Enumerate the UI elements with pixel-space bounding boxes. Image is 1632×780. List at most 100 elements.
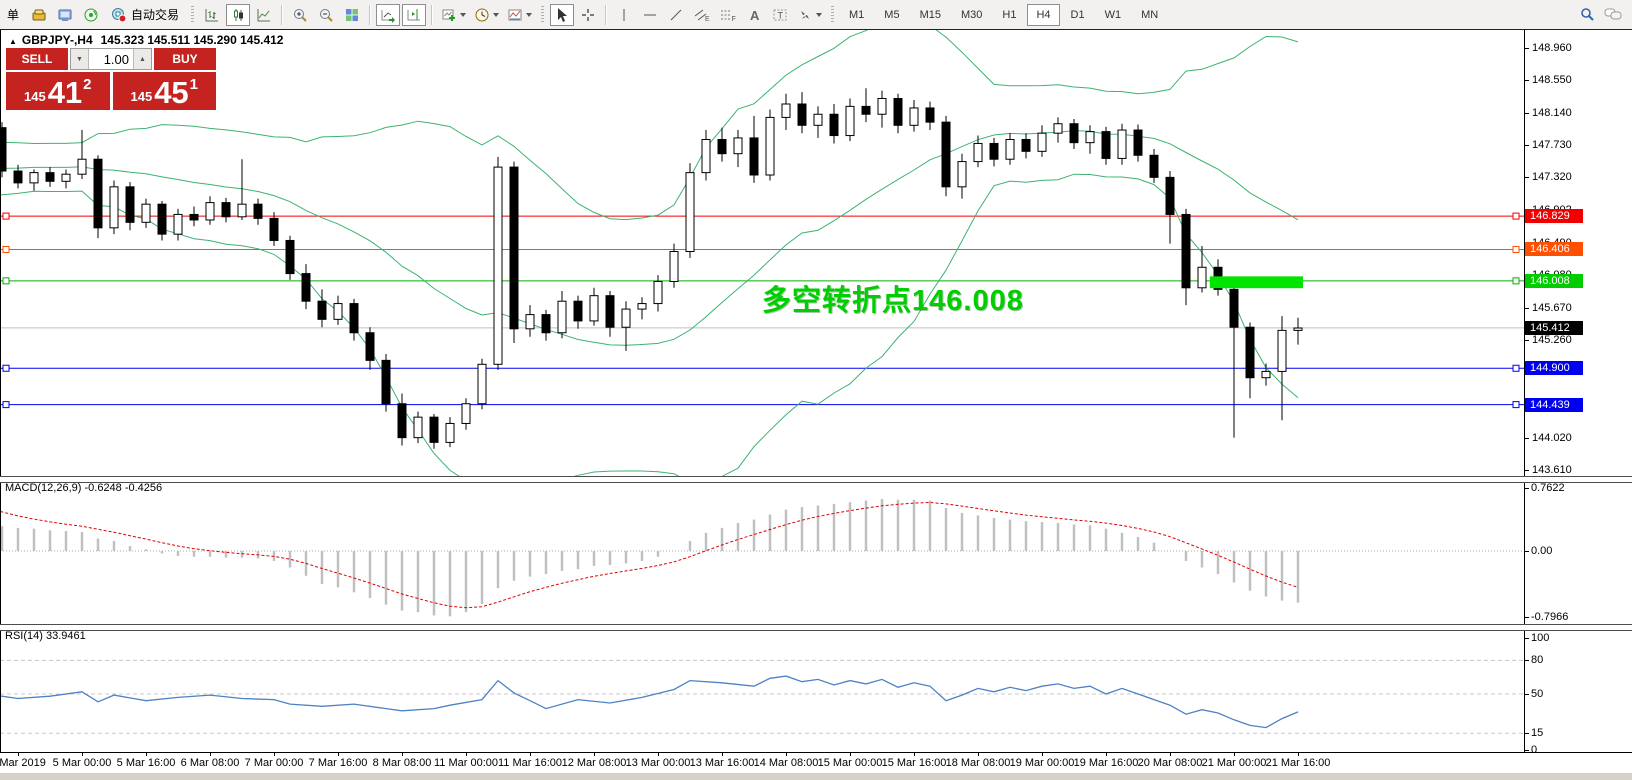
arrows-dropdown-button[interactable] xyxy=(794,3,825,27)
new-order-button[interactable]: 单 xyxy=(1,4,25,26)
price-tick-mark xyxy=(1524,308,1529,309)
volume-decrease-button[interactable]: ▼ xyxy=(71,49,89,69)
toolbar-grip[interactable] xyxy=(191,6,194,24)
timeframe-m15-button[interactable]: M15 xyxy=(911,4,950,26)
buy-button[interactable]: BUY xyxy=(154,48,216,70)
price-tick-mark xyxy=(1524,438,1529,439)
ohlc-values: 145.323 145.511 145.290 145.412 xyxy=(101,33,284,47)
sell-button[interactable]: SELL xyxy=(6,48,68,70)
time-tick-label: 6 Mar 08:00 xyxy=(181,757,240,769)
candle-body xyxy=(494,167,502,364)
toolbar-grip[interactable] xyxy=(541,6,544,24)
toolbar-separator xyxy=(281,5,283,25)
vertical-line-button[interactable] xyxy=(612,4,636,26)
channel-icon: E xyxy=(693,7,711,23)
metaeditor-icon xyxy=(57,7,73,23)
cursor-button[interactable] xyxy=(550,4,574,26)
price-tick-label: 148.960 xyxy=(1532,42,1572,54)
time-tick-mark xyxy=(786,752,787,756)
volume-input[interactable] xyxy=(89,49,133,69)
line-handle[interactable] xyxy=(1513,278,1519,284)
equidistant-channel-button[interactable]: E xyxy=(690,4,714,26)
time-tick-mark xyxy=(722,752,723,756)
timeframe-d1-button[interactable]: D1 xyxy=(1062,4,1094,26)
horizontal-line-button[interactable] xyxy=(638,4,662,26)
zoom-out-button[interactable] xyxy=(314,4,338,26)
text-button[interactable]: A xyxy=(742,4,766,26)
line-handle[interactable] xyxy=(1513,402,1519,408)
chart-shift-button[interactable] xyxy=(402,4,426,26)
line-handle[interactable] xyxy=(3,278,9,284)
candle-body xyxy=(558,301,566,333)
candle-body xyxy=(366,333,374,361)
text-label-button[interactable]: T xyxy=(768,4,792,26)
volume-increase-button[interactable]: ▲ xyxy=(133,49,151,69)
line-handle[interactable] xyxy=(1513,365,1519,371)
bar-chart-button[interactable] xyxy=(200,4,224,26)
line-handle[interactable] xyxy=(3,213,9,219)
pane-splitter[interactable] xyxy=(0,476,1632,483)
line-handle[interactable] xyxy=(3,246,9,252)
zoom-in-button[interactable] xyxy=(288,4,312,26)
candle-body xyxy=(1038,133,1046,151)
line-handle[interactable] xyxy=(1513,213,1519,219)
toolbar-grip[interactable] xyxy=(831,6,834,24)
timeframe-m5-button[interactable]: M5 xyxy=(875,4,908,26)
history-center-icon[interactable] xyxy=(27,4,51,26)
candle-body xyxy=(766,117,774,175)
fibonacci-button[interactable]: F xyxy=(716,4,740,26)
timeframe-m30-button[interactable]: M30 xyxy=(952,4,991,26)
time-tick-mark xyxy=(658,752,659,756)
zoom-out-icon xyxy=(318,7,334,23)
pane-splitter[interactable] xyxy=(0,624,1632,631)
candlestick-chart-button[interactable] xyxy=(226,4,250,26)
text-icon: A xyxy=(746,7,762,23)
autotrading-button[interactable]: 自动交易 xyxy=(106,4,184,26)
time-tick-mark xyxy=(1106,752,1107,756)
line-handle[interactable] xyxy=(3,365,9,371)
sell-price-box[interactable]: 145 41 2 xyxy=(6,72,110,110)
trendline-button[interactable] xyxy=(664,4,688,26)
chart-annotation-text[interactable]: 多空转折点146.008 xyxy=(762,277,1024,319)
buy-price-big: 45 xyxy=(154,77,188,108)
crosshair-button[interactable] xyxy=(576,4,600,26)
crosshair-icon xyxy=(580,7,596,23)
signals-button[interactable] xyxy=(79,4,103,26)
timeframe-w1-button[interactable]: W1 xyxy=(1096,4,1131,26)
indicators-dropdown-button[interactable] xyxy=(438,3,469,27)
rsi-pane xyxy=(0,660,1524,733)
candle-body xyxy=(62,174,70,181)
price-tick-mark xyxy=(1524,80,1529,81)
search-button[interactable] xyxy=(1575,3,1599,25)
collapse-panel-arrow[interactable]: ▲ xyxy=(9,37,17,46)
candle-body xyxy=(190,214,198,220)
candle-body xyxy=(302,274,310,302)
candle-body xyxy=(574,301,582,321)
metaeditor-button[interactable] xyxy=(53,4,77,26)
time-tick-label: 4 Mar 2019 xyxy=(0,757,46,769)
line-chart-button[interactable] xyxy=(252,4,276,26)
timeframe-h1-button[interactable]: H1 xyxy=(993,4,1025,26)
autoscroll-button[interactable] xyxy=(376,4,400,26)
candle-body xyxy=(222,203,230,217)
periods-dropdown-button[interactable] xyxy=(471,3,502,27)
candlestick-icon xyxy=(230,7,246,23)
add-indicator-icon xyxy=(441,7,457,23)
time-tick-label: 7 Mar 00:00 xyxy=(245,757,304,769)
clock-icon xyxy=(474,7,490,23)
timeframe-m1-button[interactable]: M1 xyxy=(840,4,873,26)
line-handle[interactable] xyxy=(3,402,9,408)
time-tick-label: 8 Mar 08:00 xyxy=(373,757,432,769)
highlight-rectangle[interactable] xyxy=(1210,276,1303,288)
time-tick-mark xyxy=(210,752,211,756)
buy-price-box[interactable]: 145 45 1 xyxy=(113,72,217,110)
chat-button[interactable] xyxy=(1601,3,1625,25)
templates-dropdown-button[interactable] xyxy=(504,3,535,27)
timeframe-mn-button[interactable]: MN xyxy=(1132,4,1167,26)
line-handle[interactable] xyxy=(1513,246,1519,252)
horizontal-line-icon xyxy=(642,7,658,23)
buy-price-pip: 1 xyxy=(190,76,198,93)
candle-body xyxy=(478,364,486,403)
timeframe-h4-button[interactable]: H4 xyxy=(1027,4,1059,26)
tile-windows-button[interactable] xyxy=(340,4,364,26)
